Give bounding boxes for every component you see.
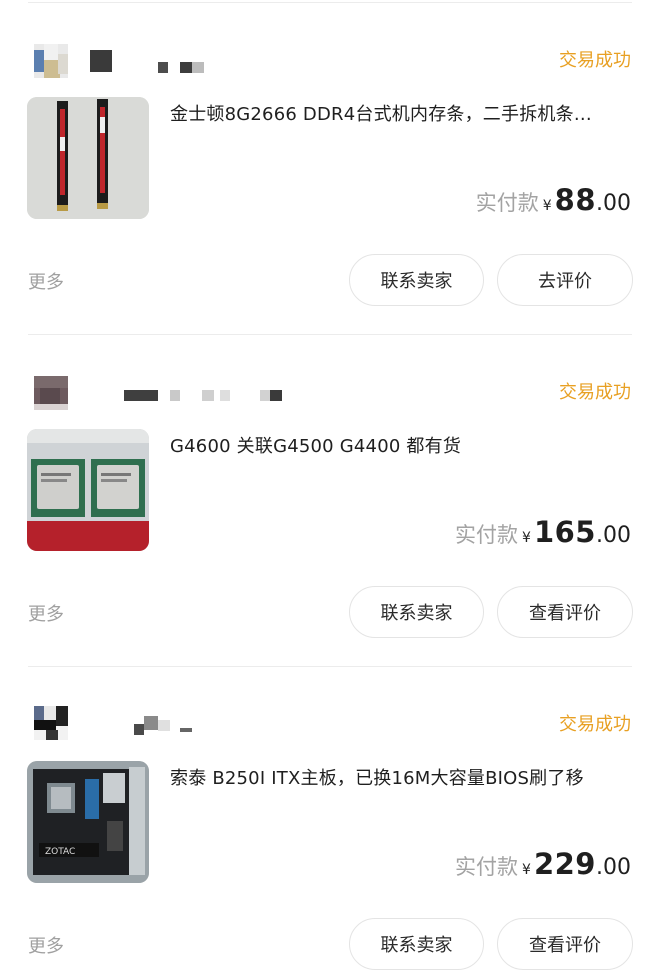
order-status: 交易成功 — [559, 50, 631, 71]
svg-text:ZOTAC: ZOTAC — [45, 847, 75, 857]
more-link[interactable]: 更多 — [28, 600, 64, 626]
price-decimal: .00 — [596, 523, 631, 548]
price-integer: 229 — [533, 847, 596, 881]
product-thumbnail[interactable]: ZOTAC — [27, 761, 149, 883]
price-integer: 88 — [554, 183, 596, 217]
product-thumbnail[interactable] — [27, 429, 149, 551]
currency-symbol: ¥ — [522, 530, 531, 546]
paid-label: 实付款 — [455, 855, 519, 879]
contact-seller-button[interactable]: 联系卖家 — [349, 254, 484, 306]
order-card[interactable]: 交易成功 金士顿8G2666 DDR4台式机内存条，二手拆机条… 实付款 ¥88.… — [0, 0, 660, 306]
more-link[interactable]: 更多 — [28, 268, 64, 294]
order-card[interactable]: 交易成功 ZOTAC 索泰 B250I ITX主板，已换16M大容量BIOS刷了… — [0, 664, 660, 970]
order-card[interactable]: 交易成功 G4600 关联G4500 G4400 都有货 实付款 ¥165.00 … — [0, 332, 660, 638]
product-title[interactable]: 金士顿8G2666 DDR4台式机内存条，二手拆机条… — [170, 100, 616, 126]
price-integer: 165 — [533, 515, 596, 549]
price-decimal: .00 — [596, 855, 631, 880]
cpu-chip-icon — [27, 429, 149, 551]
seller-avatar[interactable] — [34, 706, 68, 740]
product-title[interactable]: 索泰 B250I ITX主板，已换16M大容量BIOS刷了移 — [170, 764, 616, 790]
seller-avatar[interactable] — [34, 376, 68, 410]
view-review-button[interactable]: 查看评价 — [497, 586, 633, 638]
seller-avatar[interactable] — [34, 44, 68, 78]
view-review-button[interactable]: 查看评价 — [497, 918, 633, 970]
order-status: 交易成功 — [559, 714, 631, 735]
ram-stick-icon — [27, 97, 149, 219]
paid-amount: 实付款 ¥165.00 — [455, 515, 631, 549]
paid-amount: 实付款 ¥229.00 — [455, 847, 631, 881]
product-thumbnail[interactable] — [27, 97, 149, 219]
contact-seller-button[interactable]: 联系卖家 — [349, 918, 484, 970]
currency-symbol: ¥ — [522, 862, 531, 878]
review-button[interactable]: 去评价 — [497, 254, 633, 306]
motherboard-icon: ZOTAC — [27, 761, 149, 883]
price-decimal: .00 — [596, 191, 631, 216]
paid-amount: 实付款 ¥88.00 — [476, 183, 631, 217]
contact-seller-button[interactable]: 联系卖家 — [349, 586, 484, 638]
product-title[interactable]: G4600 关联G4500 G4400 都有货 — [170, 432, 616, 458]
paid-label: 实付款 — [455, 523, 519, 547]
currency-symbol: ¥ — [542, 198, 552, 214]
more-link[interactable]: 更多 — [28, 932, 64, 958]
order-status: 交易成功 — [559, 382, 631, 403]
paid-label: 实付款 — [475, 191, 539, 215]
